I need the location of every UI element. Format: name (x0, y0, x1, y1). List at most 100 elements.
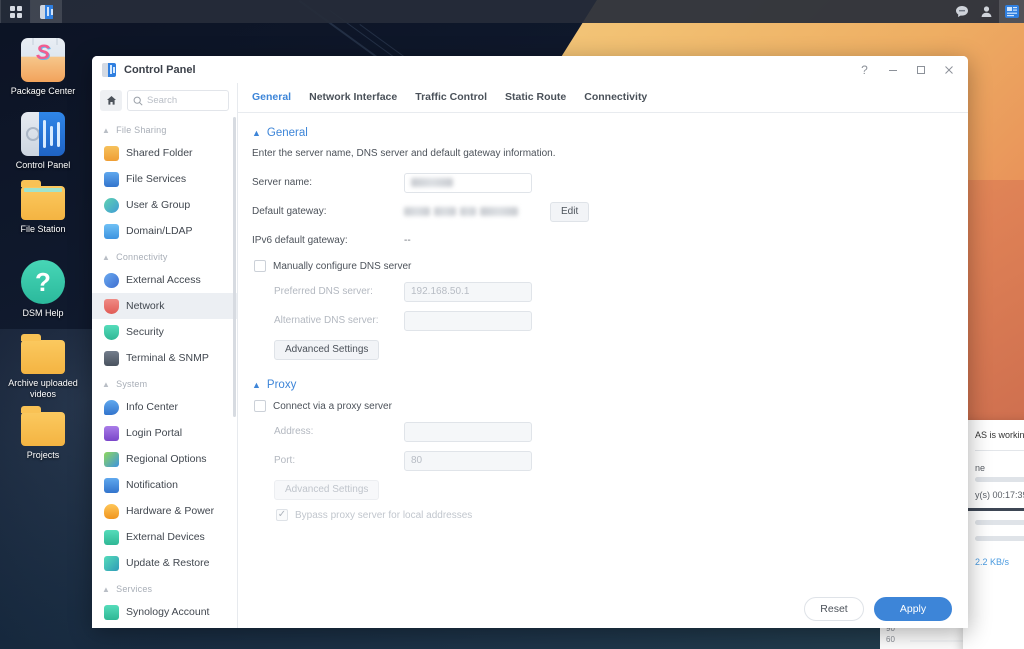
widgets-button[interactable] (999, 0, 1024, 23)
general-section-header[interactable]: ▲ General (252, 127, 952, 139)
sidebar-item-label: Info Center (126, 401, 178, 413)
dns-advanced-row: Advanced Settings (252, 337, 952, 362)
reset-button[interactable]: Reset (804, 597, 864, 621)
sidebar-item-label: Domain/LDAP (126, 225, 193, 237)
widget-status-text: AS is working (975, 430, 1024, 440)
user-account-button[interactable] (974, 0, 999, 23)
proxy-advanced-row: Advanced Settings (252, 477, 952, 502)
sidebar-item-label: Update & Restore (126, 557, 210, 569)
sidebar-group-file-sharing[interactable]: ▲ File Sharing (92, 117, 237, 140)
connect-proxy-label: Connect via a proxy server (273, 400, 392, 412)
sidebar-item-hardware-power[interactable]: Hardware & Power (92, 498, 237, 524)
connect-proxy-checkbox[interactable] (254, 400, 266, 412)
proxy-port-label: Port: (274, 455, 296, 466)
bypass-proxy-row: ✓ Bypass proxy server for local addresse… (276, 509, 952, 521)
minimize-button[interactable] (879, 58, 906, 82)
tab-static-route[interactable]: Static Route (505, 91, 566, 112)
taskbar-control-panel-button[interactable] (31, 0, 62, 23)
minimize-icon (888, 69, 897, 71)
bypass-proxy-checkbox: ✓ (276, 509, 288, 521)
sidebar-group-system[interactable]: ▲ System (92, 371, 237, 394)
redacted-value (404, 207, 430, 216)
sidebar-group-connectivity[interactable]: ▲ Connectivity (92, 244, 237, 267)
window-controls: ? (851, 58, 962, 82)
window-title-bar[interactable]: Control Panel ? (92, 56, 968, 83)
dns-advanced-settings-button[interactable]: Advanced Settings (274, 339, 380, 360)
notifications-button[interactable] (949, 0, 974, 23)
server-name-row: Server name: (252, 170, 952, 195)
widget-metric-bar (975, 536, 1024, 541)
system-health-widget[interactable]: AS is working ne y(s) 00:17:39 6 2 2.2 K… (963, 420, 1024, 649)
desktop-icon-archive-uploaded-videos[interactable]: Archive uploaded videos (8, 334, 78, 400)
alternative-dns-label: Alternative DNS server: (274, 315, 379, 326)
sidebar-item-network[interactable]: Network (92, 293, 237, 319)
folder-icon (21, 334, 65, 374)
sidebar-item-file-services[interactable]: File Services (92, 166, 237, 192)
chevron-up-icon: ▲ (252, 128, 261, 138)
sidebar-item-label: File Services (126, 173, 187, 185)
preferred-dns-row: Preferred DNS server: 192.168.50.1 (252, 279, 952, 304)
sidebar-scrollbar[interactable] (233, 117, 236, 417)
desktop-icon-package-center[interactable]: S Package Center (8, 38, 78, 97)
desktop-icon-projects[interactable]: Projects (8, 406, 78, 461)
tab-traffic-control[interactable]: Traffic Control (415, 91, 487, 112)
window-body: Search ▲ File Sharing Shared Folder File… (92, 83, 968, 628)
close-button[interactable] (935, 58, 962, 82)
default-gateway-row: Default gateway: Edit (252, 199, 952, 224)
sidebar-item-synology-account[interactable]: Synology Account (92, 599, 237, 625)
server-name-label: Server name: (252, 177, 313, 188)
default-gateway-value (404, 207, 532, 216)
sidebar-item-label: Terminal & SNMP (126, 352, 209, 364)
sidebar-item-regional-options[interactable]: Regional Options (92, 446, 237, 472)
proxy-section-header[interactable]: ▲ Proxy (252, 379, 952, 391)
sidebar-item-external-access[interactable]: External Access (92, 267, 237, 293)
sidebar-group-services[interactable]: ▲ Services (92, 576, 237, 599)
manual-dns-checkbox-row[interactable]: Manually configure DNS server (254, 260, 952, 272)
tab-connectivity[interactable]: Connectivity (584, 91, 647, 112)
control-panel-window[interactable]: Control Panel ? Search ▲ File Sharing Sh… (92, 56, 968, 628)
sidebar-item-terminal-snmp[interactable]: Terminal & SNMP (92, 345, 237, 371)
control-panel-icon (21, 112, 65, 156)
edit-gateway-button[interactable]: Edit (550, 201, 590, 222)
proxy-port-row: Port: 80 (252, 448, 952, 473)
sidebar-item-shared-folder[interactable]: Shared Folder (92, 140, 237, 166)
desktop-icon-control-panel[interactable]: Control Panel (8, 112, 78, 171)
sidebar-item-update-restore[interactable]: Update & Restore (92, 550, 237, 576)
tab-network-interface[interactable]: Network Interface (309, 91, 397, 112)
sidebar-item-security[interactable]: Security (92, 319, 237, 345)
taskbar-app-grid-button[interactable] (0, 0, 31, 23)
chart-ytick: 60 (886, 635, 895, 644)
sidebar-item-label: User & Group (126, 199, 191, 211)
redacted-value (480, 207, 518, 216)
connect-proxy-checkbox-row[interactable]: Connect via a proxy server (254, 400, 952, 412)
search-input[interactable]: Search (127, 90, 229, 111)
sidebar-item-user-group[interactable]: User & Group (92, 192, 237, 218)
sidebar-home-button[interactable] (100, 90, 122, 111)
server-name-input[interactable] (404, 172, 532, 193)
chevron-up-icon: ▲ (252, 380, 261, 390)
question-mark-icon: ? (21, 260, 65, 304)
desktop-icon-label: Archive uploaded videos (8, 378, 78, 399)
manual-dns-checkbox[interactable] (254, 260, 266, 272)
sidebar-group-label: System (116, 379, 148, 389)
form-footer: Reset Apply (238, 590, 968, 628)
maximize-button[interactable] (907, 58, 934, 82)
sidebar-item-info-center[interactable]: Info Center (92, 394, 237, 420)
tab-general[interactable]: General (252, 91, 291, 112)
sidebar-item-notification[interactable]: Notification (92, 472, 237, 498)
desktop-icon-file-station[interactable]: File Station (8, 180, 78, 235)
redacted-value (460, 207, 476, 216)
desktop-icon-dsm-help[interactable]: ? DSM Help (8, 260, 78, 319)
apply-button[interactable]: Apply (874, 597, 952, 621)
sidebar-item-external-devices[interactable]: External Devices (92, 524, 237, 550)
widget-uptime: y(s) 00:17:39 (975, 490, 1024, 500)
sidebar-item-login-portal[interactable]: Login Portal (92, 420, 237, 446)
info-center-icon (104, 399, 119, 415)
sidebar-item-domain-ldap[interactable]: Domain/LDAP (92, 218, 237, 244)
help-button[interactable]: ? (851, 58, 878, 82)
sidebar-group-label: Services (116, 584, 153, 594)
file-services-icon (104, 171, 119, 187)
sidebar-item-label: Network (126, 300, 165, 312)
sidebar: Search ▲ File Sharing Shared Folder File… (92, 83, 238, 628)
widget-network-speed: 2.2 KB/s (975, 557, 1010, 567)
